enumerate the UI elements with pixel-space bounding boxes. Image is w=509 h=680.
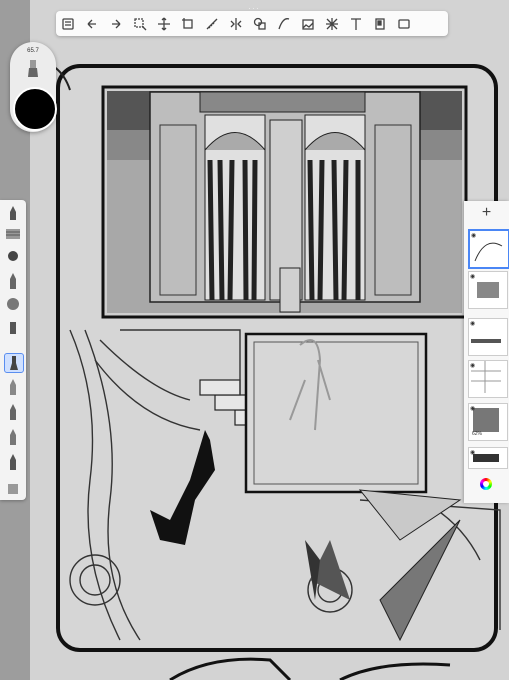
symmetry-icon[interactable] xyxy=(224,11,248,36)
tool-panel xyxy=(0,200,26,500)
visibility-icon[interactable]: ◉ xyxy=(470,362,475,369)
book-icon[interactable] xyxy=(368,11,392,36)
text-icon[interactable] xyxy=(344,11,368,36)
undo-icon[interactable] xyxy=(80,11,104,36)
color-swatch[interactable] xyxy=(13,87,57,131)
splatter-tool-icon[interactable] xyxy=(4,247,22,265)
selection-icon[interactable] xyxy=(128,11,152,36)
marker-tool-icon[interactable] xyxy=(4,318,22,336)
artwork xyxy=(30,59,501,680)
ruler-icon[interactable] xyxy=(200,11,224,36)
layers-panel: + ◉ ◉ ◉ ◉ ◉ 62% ◉ xyxy=(464,201,509,503)
technical-pen-tool-icon[interactable] xyxy=(4,403,22,421)
visibility-icon[interactable]: ◉ xyxy=(470,273,475,280)
layer-thumbnail-2[interactable]: ◉ xyxy=(468,271,508,309)
window-icon[interactable] xyxy=(392,11,416,36)
airbrush-tool-icon[interactable] xyxy=(4,453,22,471)
color-wheel-icon[interactable] xyxy=(480,478,492,490)
hatch-tool-icon[interactable] xyxy=(4,225,22,243)
layer-thumbnail-3[interactable]: ◉ xyxy=(468,318,508,356)
top-toolbar xyxy=(56,11,448,36)
layer-opacity: 62% xyxy=(472,431,483,437)
crop-icon[interactable] xyxy=(176,11,200,36)
visibility-icon[interactable]: ◉ xyxy=(470,405,475,412)
perspective-icon[interactable] xyxy=(320,11,344,36)
drawing-canvas[interactable] xyxy=(30,0,509,680)
brush-tool-icon[interactable] xyxy=(4,353,24,373)
visibility-icon[interactable]: ◉ xyxy=(470,320,475,327)
redo-icon[interactable] xyxy=(104,11,128,36)
brush-panel: 65.7 xyxy=(10,42,57,132)
layer-thumbnail-4[interactable]: ◉ xyxy=(468,360,508,398)
felt-pen-tool-icon[interactable] xyxy=(4,428,22,446)
gallery-icon[interactable] xyxy=(56,11,80,36)
visibility-icon[interactable]: ◉ xyxy=(470,449,475,456)
layer-thumbnail-1[interactable]: ◉ xyxy=(468,229,509,269)
add-layer-icon[interactable]: + xyxy=(464,204,509,222)
layer-thumbnail-5[interactable]: ◉ 62% xyxy=(468,403,508,441)
brush-preview-icon[interactable] xyxy=(27,60,39,78)
stroke-icon[interactable] xyxy=(272,11,296,36)
fineliner-tool-icon[interactable] xyxy=(4,378,22,396)
ink-pen-tool-icon[interactable] xyxy=(4,272,22,290)
brush-size-value[interactable]: 65.7 xyxy=(10,48,56,54)
transform-icon[interactable] xyxy=(152,11,176,36)
eraser-tool-icon[interactable] xyxy=(4,480,22,498)
image-icon[interactable] xyxy=(296,11,320,36)
visibility-icon[interactable]: ◉ xyxy=(471,232,476,239)
layer-thumbnail-6[interactable]: ◉ xyxy=(468,447,508,469)
stipple-tool-icon[interactable] xyxy=(4,295,22,313)
pencil-tool-icon[interactable] xyxy=(4,204,22,222)
shapes-icon[interactable] xyxy=(248,11,272,36)
